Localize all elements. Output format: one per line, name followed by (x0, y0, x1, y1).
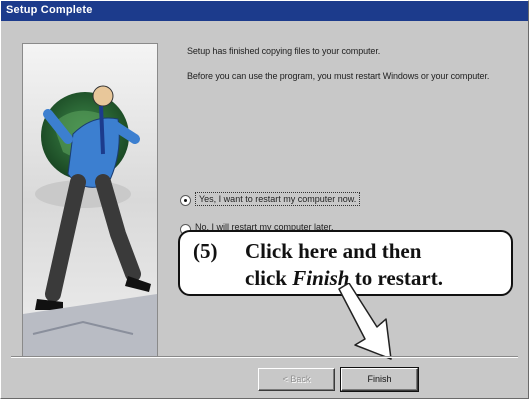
callout-line-1: Click here and then (245, 239, 422, 263)
back-button[interactable]: < Back (258, 368, 335, 391)
message-line-1: Setup has finished copying files to your… (187, 46, 381, 56)
window-title: Setup Complete (6, 4, 93, 16)
setup-dialog: Setup Complete Setup has finished copyin… (0, 0, 529, 399)
pointer-arrow-icon (338, 283, 392, 360)
setup-illustration (22, 43, 158, 358)
restart-now-label[interactable]: Yes, I want to restart my computer now. (195, 192, 361, 206)
restart-now-radio[interactable] (180, 195, 191, 206)
button-divider (11, 356, 518, 358)
message-line-2: Before you can use the program, you must… (187, 71, 490, 81)
finish-button[interactable]: Finish (340, 367, 419, 392)
title-bar: Setup Complete (1, 1, 528, 21)
callout-step-number: (5) (193, 239, 218, 263)
